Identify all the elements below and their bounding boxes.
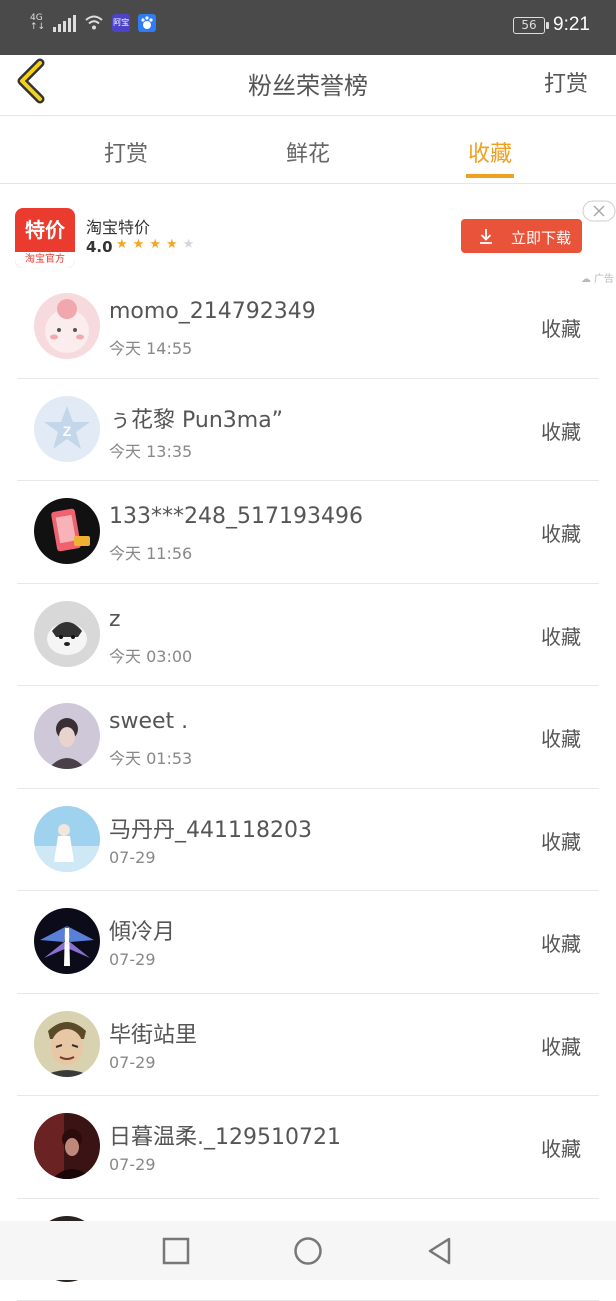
- app-header: 粉丝荣誉榜 打赏: [0, 55, 616, 116]
- user-name: z: [109, 607, 121, 632]
- ad-download-button[interactable]: 立即下载: [461, 219, 582, 253]
- avatar[interactable]: [34, 1011, 100, 1077]
- ad-app-logo: 特价 淘宝官方: [15, 208, 75, 268]
- user-name: 日暮温柔._129510721: [109, 1119, 341, 1151]
- avatar[interactable]: [34, 1113, 100, 1179]
- app-badge-icon: 阿宝: [112, 14, 130, 32]
- avatar[interactable]: Z: [34, 396, 100, 462]
- favorite-label: 收藏: [541, 1031, 581, 1060]
- user-name: 傾冷月: [109, 914, 175, 946]
- avatar[interactable]: [34, 601, 100, 667]
- battery-indicator: 56: [513, 17, 545, 34]
- star-icon: ★: [133, 237, 145, 252]
- status-bar: 4G ↑↓ 阿宝 56 9:21: [0, 0, 616, 55]
- user-time: 07-29: [109, 950, 156, 969]
- list-item[interactable]: 日暮温柔._129510721 07-29 收藏: [17, 1096, 599, 1199]
- avatar[interactable]: [34, 293, 100, 359]
- list-item[interactable]: z 今天 03:00 收藏: [17, 584, 599, 687]
- favorite-label: 收藏: [541, 928, 581, 957]
- clock: 9:21: [553, 14, 590, 36]
- favorite-label: 收藏: [541, 313, 581, 342]
- tip-button[interactable]: 打赏: [544, 66, 588, 98]
- user-time: 07-29: [109, 848, 156, 867]
- avatar[interactable]: [34, 806, 100, 872]
- tab-tip[interactable]: 打赏: [66, 136, 186, 168]
- list-item[interactable]: 133***248_517193496 今天 11:56 收藏: [17, 481, 599, 584]
- network-indicator: 4G ↑↓: [30, 14, 45, 32]
- ad-rating: 4.0: [86, 238, 113, 256]
- avatar[interactable]: [34, 703, 100, 769]
- favorite-label: 收藏: [541, 621, 581, 650]
- ad-title: 淘宝特价: [86, 214, 150, 238]
- square-icon: [160, 1235, 192, 1267]
- baidu-icon: [138, 14, 156, 32]
- star-icon: ★: [166, 237, 178, 252]
- user-time: 今天 11:56: [109, 540, 192, 564]
- avatar[interactable]: [34, 498, 100, 564]
- back-nav-button[interactable]: [424, 1235, 456, 1267]
- star-icon: ★: [149, 237, 161, 252]
- list-item[interactable]: sweet . 今天 01:53 收藏: [17, 686, 599, 789]
- list-item[interactable]: Z ぅ花黎 Pun3ma” 今天 13:35 收藏: [17, 379, 599, 482]
- page-title: 粉丝荣誉榜: [0, 66, 616, 101]
- circle-icon: [292, 1235, 324, 1267]
- signal-icon: [53, 14, 76, 32]
- star-empty-icon: ★: [183, 237, 195, 252]
- user-name: 马丹丹_441118203: [109, 812, 312, 844]
- download-icon: [477, 227, 495, 245]
- system-nav-bar: [0, 1221, 616, 1280]
- user-time: 今天 14:55: [109, 335, 192, 359]
- user-name: 毕街站里: [109, 1017, 197, 1049]
- list-item[interactable]: 毕街站里 07-29 收藏: [17, 994, 599, 1097]
- user-time: 07-29: [109, 1155, 156, 1174]
- rating-stars: ★ ★ ★ ★ ★: [116, 237, 194, 252]
- status-right: 56 9:21: [513, 14, 590, 36]
- svg-text:Z: Z: [63, 423, 72, 439]
- user-time: 今天 03:00: [109, 643, 192, 667]
- ad-close-button[interactable]: [582, 200, 616, 226]
- user-name: momo_214792349: [109, 299, 316, 324]
- fan-list: momo_214792349 今天 14:55 收藏 Z ぅ花黎 Pun3ma”…: [17, 276, 599, 1301]
- favorite-label: 收藏: [541, 518, 581, 547]
- user-name: 133***248_517193496: [109, 504, 363, 529]
- tab-indicator: [466, 174, 514, 178]
- wifi-icon: [84, 15, 104, 31]
- triangle-back-icon: [424, 1235, 456, 1267]
- list-item[interactable]: 傾冷月 07-29 收藏: [17, 891, 599, 994]
- list-item[interactable]: 马丹丹_441118203 07-29 收藏: [17, 789, 599, 892]
- home-button[interactable]: [292, 1235, 324, 1267]
- avatar[interactable]: [34, 908, 100, 974]
- favorite-label: 收藏: [541, 826, 581, 855]
- user-name: ぅ花黎 Pun3ma”: [109, 402, 283, 434]
- user-time: 今天 13:35: [109, 438, 192, 462]
- tab-bar: 打赏 鲜花 收藏: [0, 116, 616, 184]
- favorite-label: 收藏: [541, 723, 581, 752]
- user-name: sweet .: [109, 709, 188, 734]
- tab-favorites[interactable]: 收藏: [430, 136, 550, 168]
- favorite-label: 收藏: [541, 416, 581, 445]
- tab-flowers[interactable]: 鲜花: [248, 136, 368, 168]
- star-icon: ★: [116, 237, 128, 252]
- close-icon: [582, 200, 616, 222]
- user-time: 今天 01:53: [109, 745, 192, 769]
- recent-apps-button[interactable]: [160, 1235, 192, 1267]
- favorite-label: 收藏: [541, 1133, 581, 1162]
- status-left: 4G ↑↓ 阿宝: [30, 14, 156, 32]
- user-time: 07-29: [109, 1053, 156, 1072]
- list-item[interactable]: momo_214792349 今天 14:55 收藏: [17, 276, 599, 379]
